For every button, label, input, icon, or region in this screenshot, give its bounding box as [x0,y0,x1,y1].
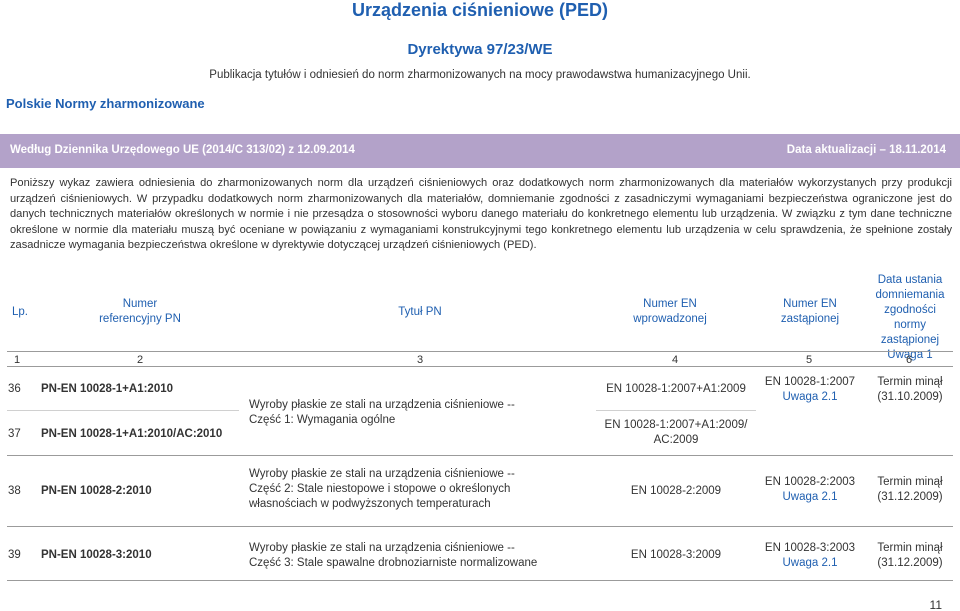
row-37-introduced-line1: EN 10028-1:2007+A1:2009/ [604,419,748,431]
header-ref: Numer referencyjny PN [80,297,200,327]
row-38-replaced: EN 10028-2:2003 Uwaga 2.1 [752,475,868,505]
col-number-divider [7,366,953,367]
row-38-replaced-number: EN 10028-2:2003 [764,476,856,488]
row-39-date: Termin minął (31.12.2009) [852,541,960,571]
col-number-5: 5 [806,354,813,366]
row-38-divider [7,526,953,527]
row-39-replaced: EN 10028-3:2003 Uwaga 2.1 [752,541,868,571]
update-date: Data aktualizacji – 18.11.2014 [786,144,946,156]
header-date-line4: normy [894,319,926,331]
row-39-date-line2: (31.12.2009) [877,557,943,569]
group-36-37-replaced: EN 10028-1:2007 Uwaga 2.1 [752,375,868,405]
row-38-date: Termin minął (31.12.2009) [852,475,960,505]
header-lp: Lp. [12,306,28,318]
col-number-4: 4 [672,354,679,366]
row-38-ref: PN-EN 10028-2:2010 [41,485,152,497]
row-39-ref: PN-EN 10028-3:2010 [41,549,152,561]
intro-paragraph: Poniższy wykaz zawiera odniesienia do zh… [10,177,952,252]
journal-reference: Według Dziennika Urzędowego UE (2014/C 3… [10,144,355,156]
row-37-ref: PN-EN 10028-1+A1:2010/AC:2010 [41,428,223,440]
header-divider [7,351,953,352]
header-introduced-line1: Numer EN [643,298,697,310]
row-39-divider [7,580,953,581]
group-36-37-title: Wyroby płaskie ze stali na urządzenia ci… [249,398,515,428]
row-38-title-line2: Część 2: Stale niestopowe i stopowe o ok… [249,483,511,495]
col-number-6: 6 [906,354,913,366]
header-ref-line1: Numer [122,298,158,310]
row-39-title-line1: Wyroby płaskie ze stali na urządzenia ci… [249,542,515,554]
row-38-title-line1: Wyroby płaskie ze stali na urządzenia ci… [249,468,515,480]
row-38-date-line2: (31.12.2009) [877,491,943,503]
group-36-37-replaced-note: Uwaga 2.1 [782,391,838,403]
row-38-lp: 38 [8,485,21,497]
row-38-title: Wyroby płaskie ze stali na urządzenia ci… [249,467,515,512]
row-39-replaced-number: EN 10028-3:2003 [764,542,856,554]
row-37-divider [7,455,953,456]
header-introduced-line2: wprowadzonej [633,313,707,325]
group-36-37-title-line1: Wyroby płaskie ze stali na urządzenia ci… [249,399,515,411]
header-date-line1: Data ustania [877,274,943,286]
row-39-date-line1: Termin minął [877,542,943,554]
row-38-introduced: EN 10028-2:2009 [630,485,722,497]
row-36-divider-mid [596,410,756,411]
page-title: Urządzenia ciśnieniowe (PED) [351,0,609,20]
directive-title: Dyrektywa 97/23/WE [407,41,553,58]
group-36-37-replaced-number: EN 10028-1:2007 [764,376,856,388]
group-36-37-title-line2: Część 1: Wymagania ogólne [249,414,396,426]
header-introduced: Numer EN wprowadzonej [610,297,730,327]
col-number-1: 1 [14,354,21,366]
header-ref-line2: referencyjny PN [99,313,181,325]
row-37-introduced-line2: AC:2009 [653,434,699,446]
organization-label: Polskie Normy zharmonizowane [6,96,205,111]
header-date-line5: zastąpionej [880,334,940,346]
header-date: Data ustania domniemania zgodności normy… [850,273,960,363]
row-38-title-line3: własnościach w podwyższonych temperatura… [249,498,491,510]
header-date-line2: domniemania [875,289,945,301]
row-39-title-line2: Część 3: Stale spawalne drobnoziarniste … [249,557,538,569]
row-38-date-line1: Termin minął [877,476,943,488]
row-39-title: Wyroby płaskie ze stali na urządzenia ci… [249,541,537,571]
row-39-lp: 39 [8,549,21,561]
row-39-introduced: EN 10028-3:2009 [630,549,722,561]
row-39-replaced-note: Uwaga 2.1 [782,557,838,569]
row-37-introduced: EN 10028-1:2007+A1:2009/ AC:2009 [596,418,756,448]
page-number: 11 [929,598,942,611]
row-38-replaced-note: Uwaga 2.1 [782,491,838,503]
header-date-line3: zgodności [884,304,936,316]
row-36-ref: PN-EN 10028-1+A1:2010 [41,383,174,395]
group-36-37-date-line1: Termin minął [877,376,943,388]
row-36-divider-left [7,410,239,411]
publication-note: Publikacja tytułów i odniesień do norm z… [209,69,751,81]
row-37-lp: 37 [8,428,21,440]
col-number-3: 3 [417,354,424,366]
group-36-37-date-line2: (31.10.2009) [877,391,943,403]
group-36-37-date: Termin minął (31.10.2009) [852,375,960,405]
row-36-introduced: EN 10028-1:2007+A1:2009 [606,383,746,395]
header-title: Tytuł PN [398,306,442,318]
col-number-2: 2 [137,354,144,366]
row-36-lp: 36 [8,383,21,395]
